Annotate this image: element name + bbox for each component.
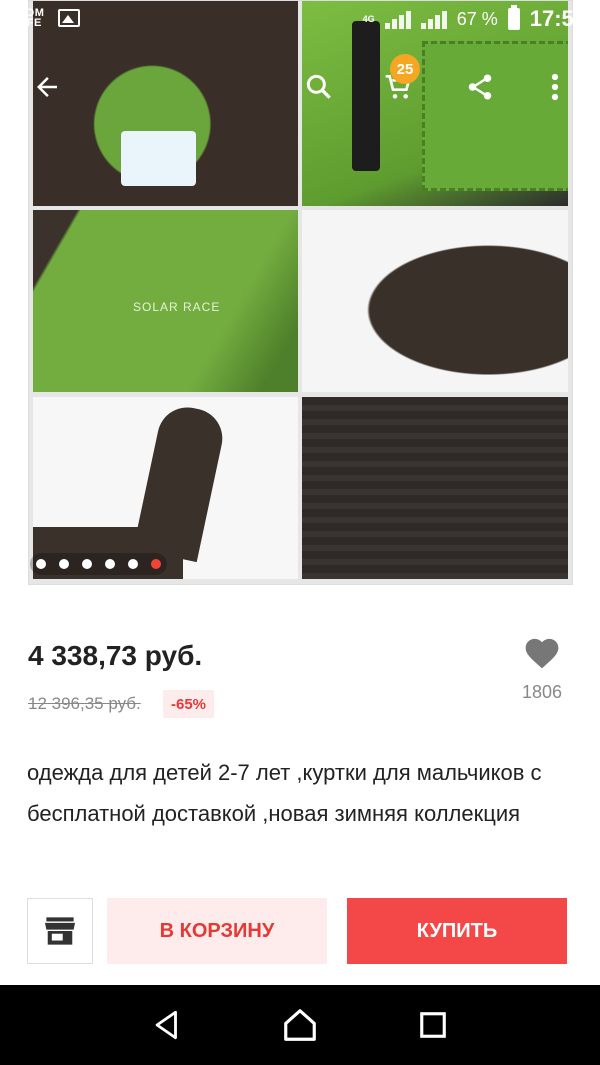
page-dot[interactable] <box>105 559 115 569</box>
signal-icon <box>420 9 447 29</box>
heart-icon <box>525 638 559 669</box>
nav-back-button[interactable] <box>137 995 197 1055</box>
back-triangle-icon <box>155 1010 177 1040</box>
page-dot[interactable] <box>59 559 69 569</box>
gallery-pagination <box>30 553 167 575</box>
store-button[interactable] <box>27 898 93 964</box>
wish-count: 1806 <box>521 682 563 702</box>
current-price: 4 338,73 руб. <box>28 640 203 671</box>
more-button[interactable] <box>540 62 570 112</box>
share-button[interactable] <box>455 62 505 112</box>
network-type: 4G <box>362 14 375 24</box>
collage-tile-strap <box>33 397 298 579</box>
collage-tile-pocket: SOLAR RACE <box>33 210 298 392</box>
search-icon <box>306 74 331 99</box>
cart-button[interactable]: 25 <box>374 54 424 112</box>
page-dot[interactable] <box>82 559 92 569</box>
signal-icon <box>384 9 411 29</box>
product-image-gallery[interactable]: SOLAR RACE 25 <box>0 0 600 600</box>
product-title: одежда для детей 2-7 лет ,куртки для мал… <box>27 760 542 826</box>
nav-home-button[interactable] <box>270 995 330 1055</box>
store-icon <box>45 917 75 945</box>
status-bar: MOM LIFE 4G 67 % 17:58 <box>0 0 600 40</box>
page-dot[interactable] <box>36 559 46 569</box>
recents-icon <box>420 1012 447 1038</box>
buy-button[interactable]: КУПИТЬ <box>347 898 567 964</box>
cart-count-badge: 25 <box>390 54 420 84</box>
collage-tile-cuff <box>302 210 568 392</box>
image-icon <box>58 9 81 27</box>
clothing-tag <box>121 131 196 186</box>
status-right: 4G 67 % 17:58 <box>362 5 586 32</box>
home-icon <box>284 1009 316 1041</box>
back-arrow-icon <box>37 77 57 97</box>
battery-percent: 67 % <box>456 8 498 29</box>
status-left: MOM LIFE <box>16 7 81 29</box>
solar-race-label: SOLAR RACE <box>133 300 221 314</box>
add-to-cart-button[interactable]: В КОРЗИНУ <box>107 898 327 964</box>
back-button[interactable] <box>22 62 72 112</box>
share-icon <box>468 74 492 100</box>
search-button[interactable] <box>294 62 344 112</box>
discount-badge: -65% <box>163 690 215 718</box>
page-dot-active[interactable] <box>151 559 161 569</box>
more-vert-icon <box>551 73 559 101</box>
clock: 17:58 <box>529 6 586 31</box>
battery-icon <box>507 5 520 30</box>
wishlist-button[interactable]: 1806 <box>502 634 582 703</box>
collage-tile-waist <box>302 397 568 579</box>
app-logo: MOM LIFE <box>16 7 45 29</box>
nav-recents-button[interactable] <box>403 995 463 1055</box>
old-price: 12 396,35 руб. <box>28 694 141 713</box>
system-nav-bar <box>0 985 600 1065</box>
page-dot[interactable] <box>128 559 138 569</box>
